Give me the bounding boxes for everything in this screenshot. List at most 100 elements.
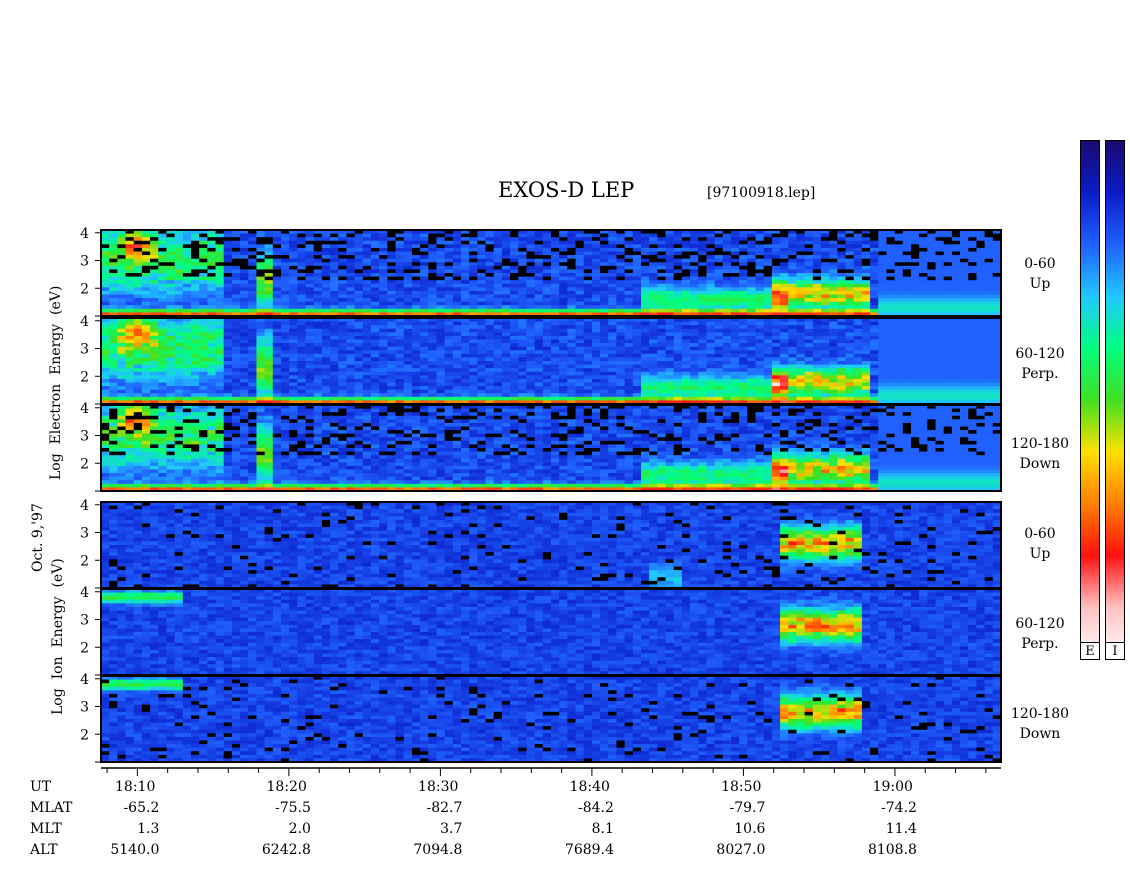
heatmap-cell (313, 378, 323, 384)
heatmap-cell (845, 378, 855, 384)
heatmap-cell (845, 325, 855, 330)
heatmap-cell (101, 280, 110, 285)
heatmap-cell (248, 290, 258, 296)
heatmap-cell (829, 343, 838, 348)
heatmap-cell (313, 332, 323, 337)
heatmap-cell (747, 308, 757, 314)
heatmap-cell (461, 375, 470, 380)
heatmap-cell (600, 273, 609, 278)
heatmap-cell (133, 269, 143, 274)
heatmap-cell (878, 396, 888, 402)
heatmap-cell (231, 276, 241, 281)
heatmap-cell (591, 262, 601, 267)
heatmap-cell (919, 262, 928, 267)
heatmap-cell (141, 378, 151, 384)
heatmap-cell (141, 393, 151, 398)
heatmap-cell (461, 357, 470, 362)
heatmap-cell (902, 273, 912, 278)
heatmap-cell (845, 321, 855, 326)
heatmap-cell (452, 247, 462, 253)
heatmap-cell (403, 364, 413, 369)
heatmap-cell (542, 258, 552, 263)
heatmap-cell (551, 280, 560, 285)
heatmap-cell (616, 332, 626, 337)
heatmap-cell (428, 247, 438, 253)
heatmap-cell (420, 343, 429, 348)
heatmap-cell (191, 346, 200, 351)
heatmap-cell (771, 389, 781, 394)
heatmap-cell (641, 335, 650, 341)
heatmap-cell (951, 273, 961, 278)
heatmap-cell (109, 262, 118, 267)
heatmap-cell (722, 371, 732, 376)
heatmap-cell (526, 240, 536, 245)
heatmap-cell (338, 251, 348, 256)
heatmap-cell (305, 244, 315, 249)
heatmap-cell (518, 244, 528, 249)
heatmap-cell (510, 364, 519, 369)
heatmap-cell (166, 371, 176, 376)
heatmap-cell (477, 237, 487, 242)
heatmap-cell (559, 339, 568, 344)
heatmap-cell (542, 305, 552, 310)
heatmap-cell (583, 258, 593, 263)
heatmap-cell (109, 335, 118, 341)
heatmap-cell (420, 368, 429, 373)
heatmap-cell (812, 350, 822, 355)
heatmap-cell (452, 237, 462, 242)
heatmap-cell (281, 301, 290, 306)
heatmap-cell (141, 339, 151, 344)
heatmap-cell (330, 247, 339, 253)
heatmap-cell (796, 328, 806, 333)
heatmap-cell (117, 321, 127, 326)
heatmap-cell (870, 255, 879, 260)
heatmap-cell (780, 368, 789, 373)
heatmap-cell (223, 325, 233, 330)
heatmap-cell (853, 368, 863, 373)
heatmap-cell (706, 357, 716, 362)
heatmap-cell (534, 265, 544, 271)
heatmap-cell (256, 386, 266, 391)
heatmap-cell (960, 265, 969, 271)
heatmap-cell (518, 328, 528, 333)
heatmap-cell (976, 255, 986, 260)
heatmap-cell (362, 382, 372, 387)
heatmap-cell (420, 298, 429, 303)
heatmap-cell (542, 251, 552, 256)
heatmap-cell (853, 343, 863, 348)
heatmap-cell (485, 343, 495, 348)
heatmap-cell (763, 305, 773, 310)
heatmap-cell (665, 287, 675, 292)
heatmap-cell (600, 251, 609, 256)
heatmap-cell (461, 386, 470, 391)
heatmap-cell (199, 378, 208, 384)
heatmap-cell (354, 361, 364, 366)
heatmap-cell (362, 357, 372, 362)
heatmap-cell (150, 396, 159, 402)
heatmap-cell (870, 233, 879, 238)
heatmap-cell (452, 325, 462, 330)
heatmap-cell (771, 233, 781, 238)
heatmap-cell (870, 298, 879, 303)
heatmap-cell (649, 364, 658, 369)
heatmap-cell (485, 335, 495, 341)
heatmap-cell (117, 255, 127, 260)
heatmap-cell (788, 361, 798, 366)
heatmap-cell (657, 247, 667, 253)
heatmap-cell (125, 301, 135, 306)
heatmap-cell (191, 233, 200, 238)
heatmap-cell (878, 353, 888, 359)
heatmap-cell (166, 265, 176, 271)
heatmap-cell (518, 325, 528, 330)
heatmap-cell (207, 368, 217, 373)
heatmap-cell (853, 287, 863, 292)
heatmap-cell (346, 386, 356, 391)
heatmap-cell (461, 273, 470, 278)
heatmap-cell (125, 364, 135, 369)
heatmap-cell (747, 233, 757, 238)
heatmap-cell (436, 368, 446, 373)
heatmap-cell (240, 350, 249, 355)
heatmap-cell (272, 368, 282, 373)
heatmap-cell (935, 298, 945, 303)
heatmap-cell (493, 343, 503, 348)
